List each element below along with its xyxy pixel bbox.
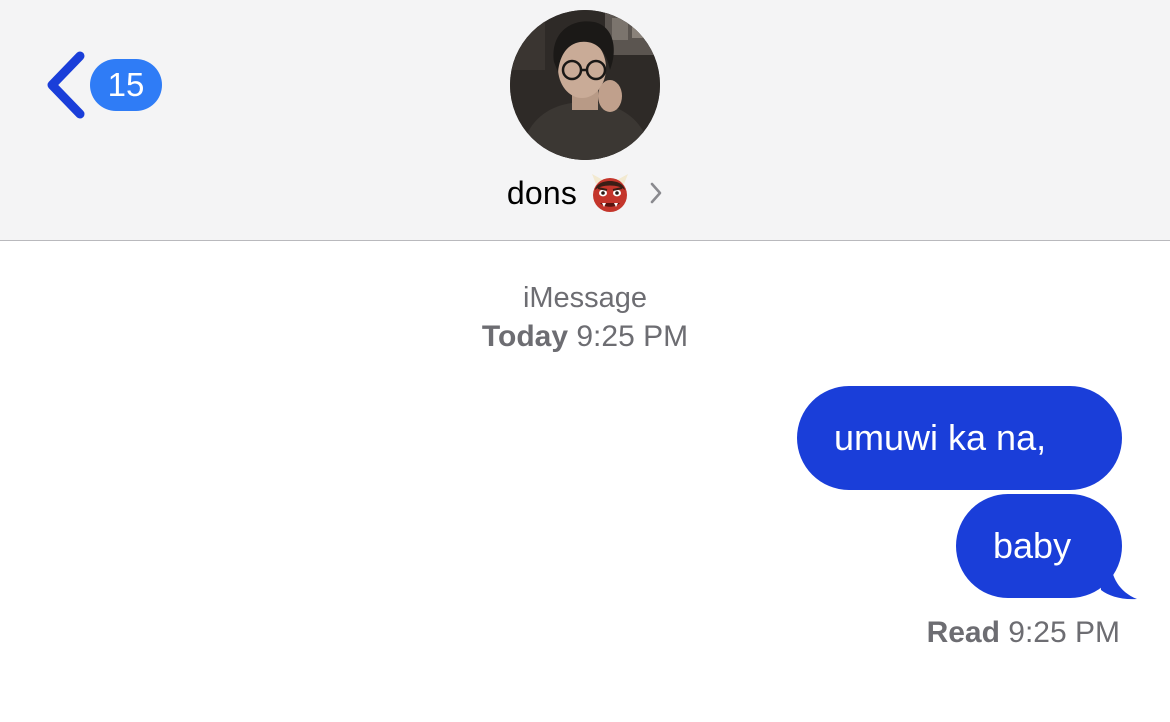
contact-name: dons — [506, 174, 578, 211]
bubble-tail — [1099, 562, 1139, 600]
chevron-right-icon — [649, 181, 663, 205]
conversation-timestamp: Today 9:25 PM — [0, 320, 1170, 354]
contact-details-button[interactable]: dons — [0, 168, 1170, 218]
outgoing-message-bubble[interactable]: baby — [956, 494, 1122, 598]
timestamp-day: Today — [481, 320, 569, 353]
chevron-left-icon — [44, 50, 86, 120]
read-time: 9:25 PM — [1008, 616, 1120, 649]
messages-screen: 15 dons iMessage Today 9:25 PM umuwi ka … — [0, 0, 1170, 722]
service-label: iMessage — [522, 282, 648, 314]
contact-avatar[interactable] — [510, 10, 660, 160]
outgoing-message-bubble[interactable]: umuwi ka na, — [797, 386, 1122, 490]
timestamp-time: 9:25 PM — [576, 320, 689, 353]
read-receipt: Read 9:25 PM — [927, 616, 1120, 650]
ogre-emoji-icon — [589, 172, 631, 214]
back-button[interactable]: 15 — [44, 50, 162, 120]
conversation-header: 15 dons — [0, 0, 1170, 241]
unread-count-badge: 15 — [90, 59, 162, 111]
read-label: Read — [926, 616, 1000, 649]
